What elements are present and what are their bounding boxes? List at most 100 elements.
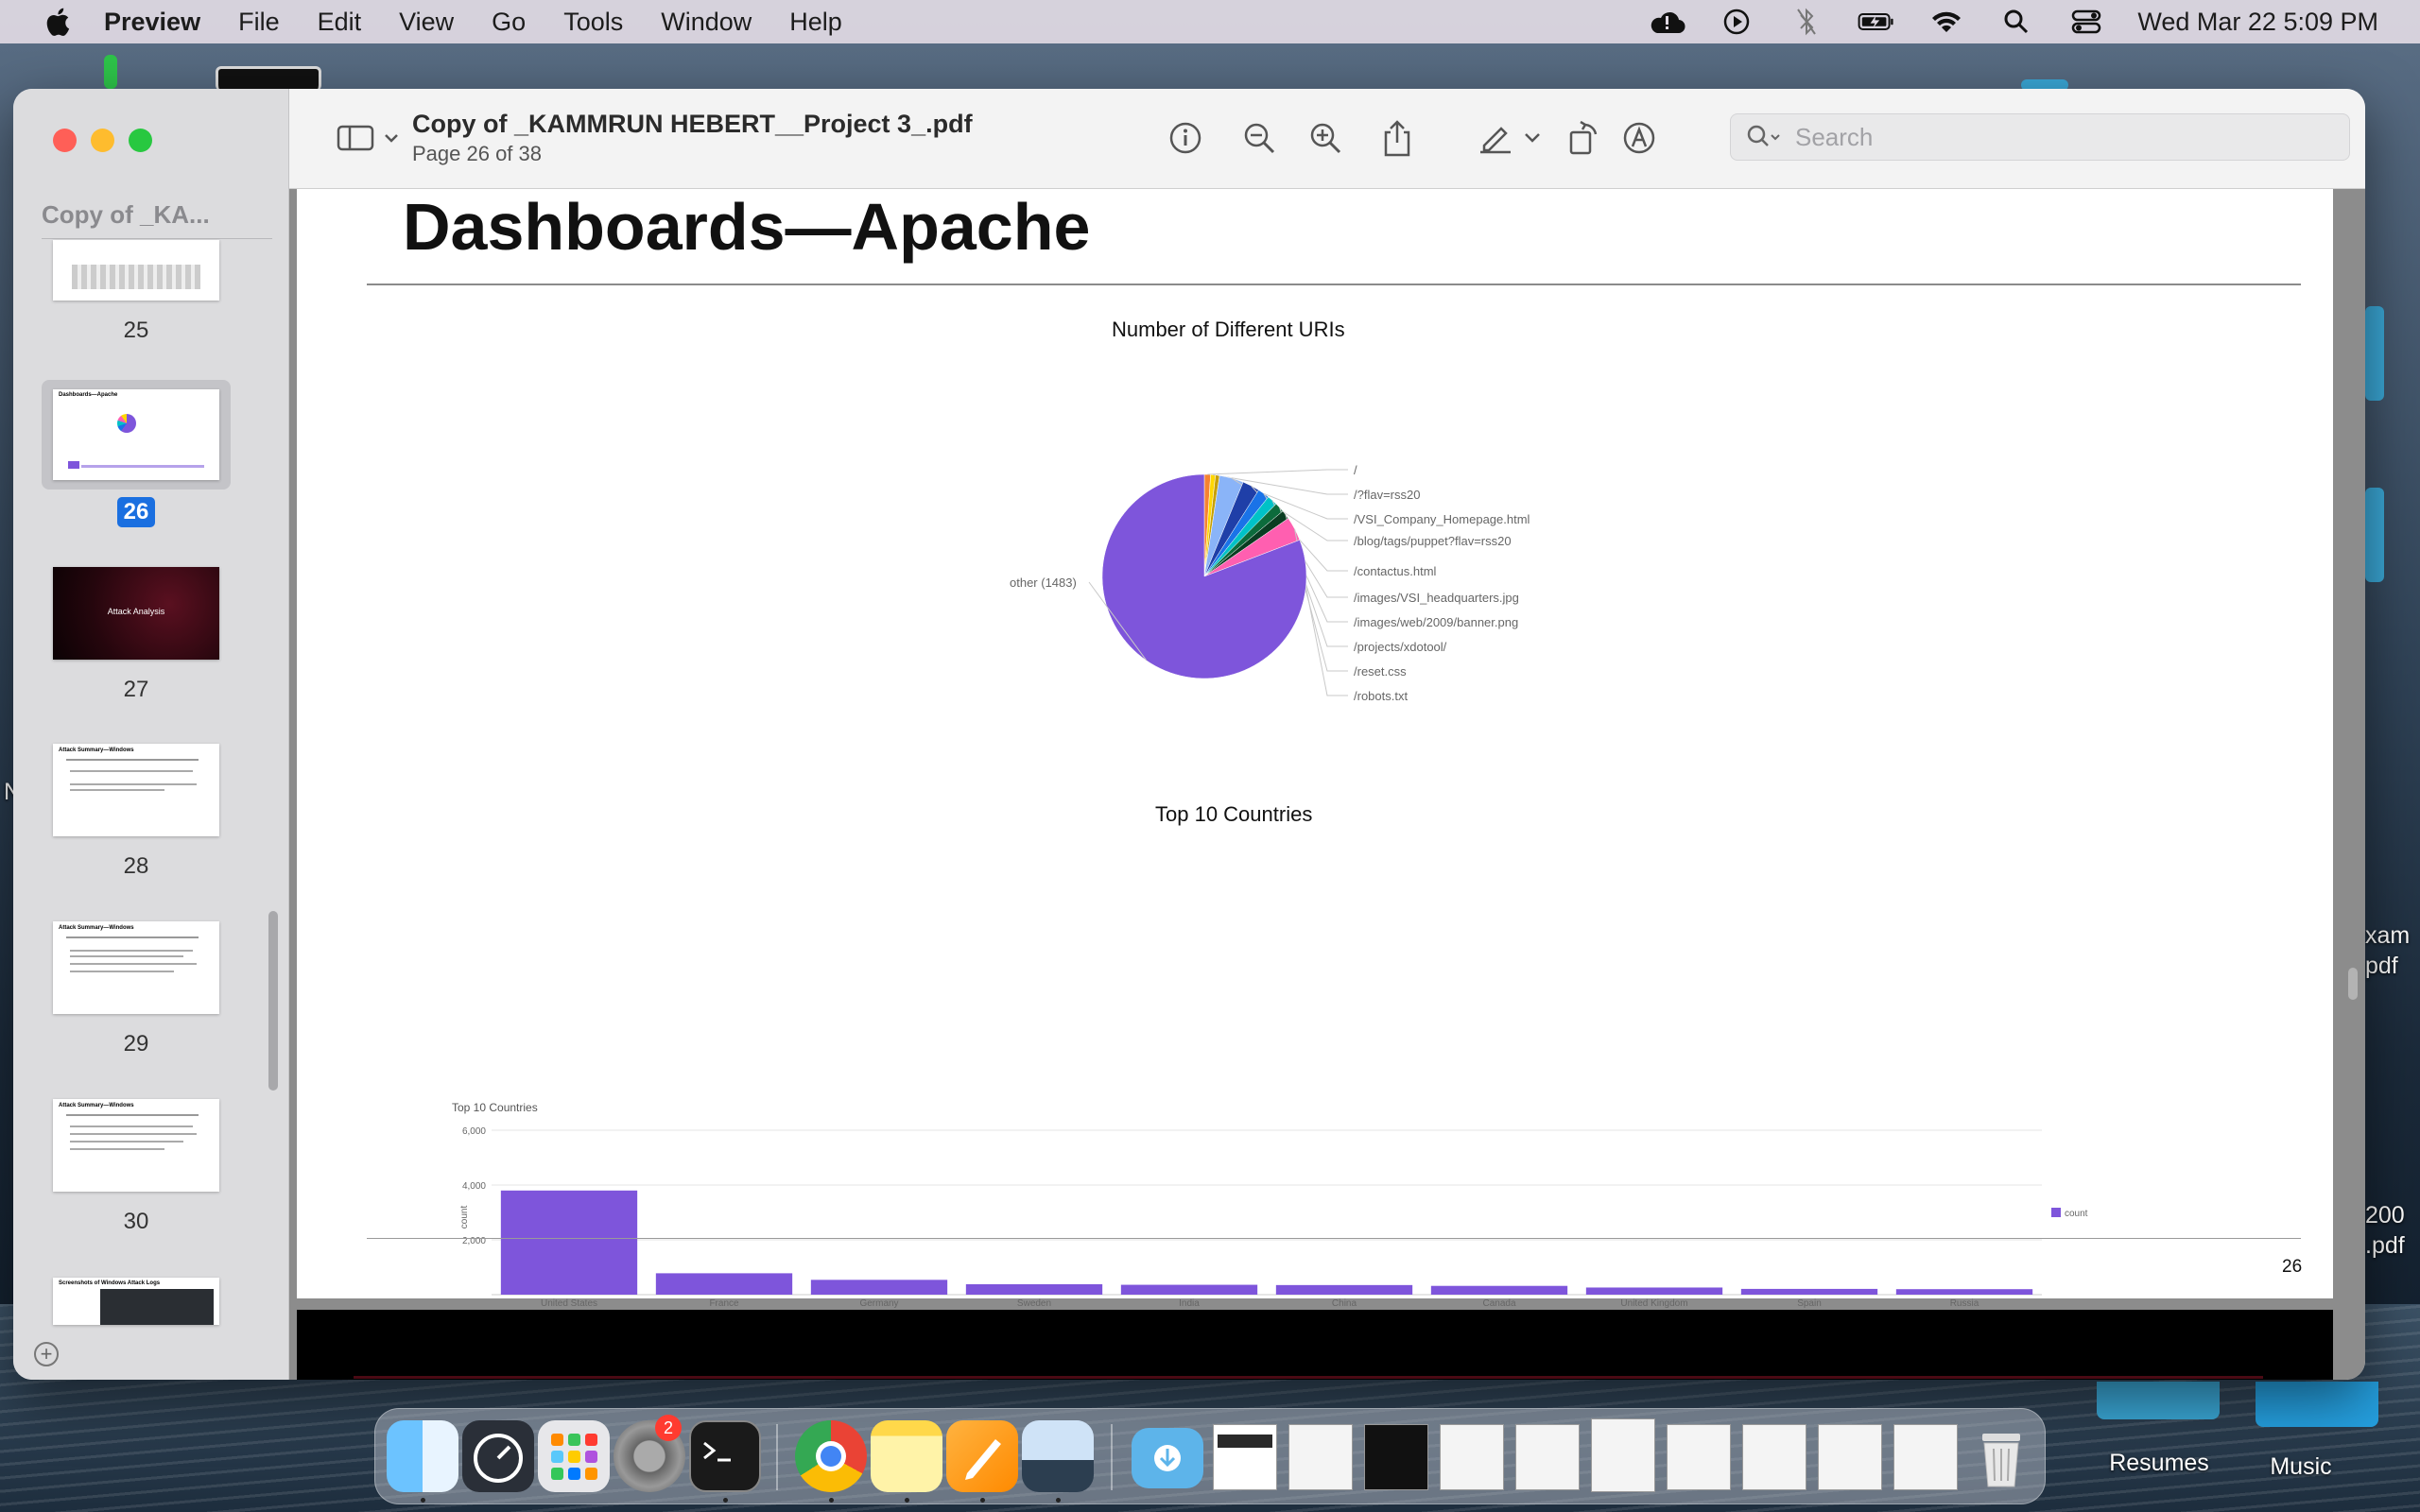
thumbnail-heading: Dashboards—Apache bbox=[59, 392, 118, 398]
thumbnail-heading: Screenshots of Windows Attack Logs bbox=[59, 1280, 161, 1286]
desktop-icon-right-2[interactable] bbox=[2365, 488, 2384, 582]
spotlight-search-icon[interactable] bbox=[1997, 8, 2035, 36]
notes-icon[interactable] bbox=[871, 1420, 942, 1492]
minimized-window-3[interactable] bbox=[1364, 1424, 1428, 1490]
menu-help[interactable]: Help bbox=[789, 8, 842, 37]
menu-view[interactable]: View bbox=[399, 8, 454, 37]
minimized-window-10[interactable] bbox=[1893, 1424, 1958, 1490]
thumbnail-page-26[interactable]: Dashboards—Apache 26 bbox=[53, 389, 219, 527]
markup-dropdown-chevron-icon[interactable] bbox=[1518, 117, 1547, 159]
zoom-out-icon[interactable] bbox=[1238, 117, 1280, 159]
bluetooth-off-icon[interactable] bbox=[1788, 8, 1825, 36]
pie-label: / bbox=[1354, 463, 1357, 477]
bar bbox=[655, 1273, 793, 1295]
thumbnail-number: 25 bbox=[123, 318, 149, 343]
menu-go[interactable]: Go bbox=[492, 8, 526, 37]
info-icon[interactable] bbox=[1165, 117, 1206, 159]
search-field[interactable]: Search bbox=[1730, 113, 2350, 161]
thumbnail-page-28[interactable]: Attack Summary—Windows 28 bbox=[53, 744, 219, 880]
sidebar-doc-title[interactable]: Copy of _KA... bbox=[42, 200, 210, 230]
desktop-folder-music[interactable] bbox=[2256, 1382, 2378, 1427]
minimized-window-7[interactable] bbox=[1667, 1424, 1731, 1490]
desktop-folder-resumes[interactable] bbox=[2097, 1382, 2220, 1419]
bar bbox=[1120, 1284, 1258, 1295]
thumbnail-number: 27 bbox=[123, 677, 149, 702]
menu-file[interactable]: File bbox=[238, 8, 280, 37]
finder-icon[interactable] bbox=[387, 1420, 458, 1492]
menu-tools[interactable]: Tools bbox=[563, 8, 623, 37]
thumbnail-heading: Attack Summary—Windows bbox=[59, 925, 134, 931]
downloads-folder-icon[interactable] bbox=[1132, 1428, 1203, 1488]
minimized-window-2[interactable] bbox=[1288, 1424, 1353, 1490]
desktop-icon-right-1[interactable] bbox=[2365, 306, 2384, 401]
thumbnail-image: Screenshots of Windows Attack Logs bbox=[53, 1278, 219, 1325]
sidebar-scrollbar[interactable] bbox=[268, 911, 278, 1091]
bar bbox=[810, 1280, 948, 1295]
minimized-window-9[interactable] bbox=[1818, 1424, 1882, 1490]
search-placeholder: Search bbox=[1795, 122, 1874, 151]
thumbnail-number: 29 bbox=[123, 1031, 149, 1057]
desktop-icon-app-green[interactable] bbox=[104, 55, 117, 89]
menu-edit[interactable]: Edit bbox=[318, 8, 362, 37]
launchpad-icon[interactable] bbox=[538, 1420, 610, 1492]
apple-icon[interactable] bbox=[38, 6, 76, 38]
bar bbox=[1585, 1287, 1723, 1295]
zoom-button[interactable] bbox=[129, 129, 152, 152]
battery-charging-icon[interactable] bbox=[1858, 8, 1895, 36]
bar bbox=[1430, 1285, 1568, 1295]
document-view[interactable]: Dashboards—Apache Number of Different UR… bbox=[289, 189, 2365, 1380]
share-icon[interactable] bbox=[1376, 117, 1418, 159]
pages-icon[interactable] bbox=[946, 1420, 1018, 1492]
x-tick-label: Sweden bbox=[1017, 1298, 1051, 1309]
desktop-icon-terminal[interactable] bbox=[216, 66, 321, 91]
icloud-alert-icon[interactable] bbox=[1648, 8, 1685, 36]
thumbnail-page-25[interactable]: 25 bbox=[53, 240, 219, 344]
settings-notification-badge: 2 bbox=[655, 1415, 682, 1441]
rotate-icon[interactable] bbox=[1562, 117, 1603, 159]
minimized-window-1[interactable] bbox=[1213, 1424, 1277, 1490]
preview-window: Copy of _KA... 25 Dashboards—Apache 26 A… bbox=[13, 89, 2365, 1380]
thumbnail-page-29[interactable]: Attack Summary—Windows 29 bbox=[53, 921, 219, 1057]
dock-running-dot bbox=[1056, 1498, 1061, 1503]
thumbnail-image bbox=[53, 240, 219, 301]
thumbnail-page-31[interactable]: Screenshots of Windows Attack Logs bbox=[53, 1278, 219, 1325]
chrome-icon[interactable] bbox=[795, 1420, 867, 1492]
minimized-window-5[interactable] bbox=[1515, 1424, 1580, 1490]
menu-bar: Preview File Edit View Go Tools Window H… bbox=[0, 0, 2420, 43]
terminal-icon[interactable] bbox=[689, 1420, 761, 1492]
annotate-circle-icon[interactable] bbox=[1618, 117, 1660, 159]
minimize-button[interactable] bbox=[91, 129, 114, 152]
x-tick-label: United Kingdom bbox=[1620, 1298, 1687, 1309]
thumbnail-image: Attack Summary—Windows bbox=[53, 744, 219, 836]
zoom-in-icon[interactable] bbox=[1305, 117, 1346, 159]
menu-datetime[interactable]: Wed Mar 22 5:09 PM bbox=[2137, 8, 2378, 37]
dock-separator bbox=[776, 1424, 778, 1490]
desktop-folder-music-label: Music bbox=[2270, 1453, 2332, 1480]
trash-icon[interactable] bbox=[1965, 1420, 2037, 1492]
thumbnail-number: 28 bbox=[123, 853, 149, 879]
menu-app-name[interactable]: Preview bbox=[104, 8, 200, 37]
wifi-icon[interactable] bbox=[1927, 8, 1965, 36]
sidebar-toggle-icon[interactable] bbox=[337, 117, 406, 159]
document-title[interactable]: Copy of _KAMMRUN HEBERT__Project 3_.pdf bbox=[412, 110, 973, 139]
activity-gauge-icon[interactable] bbox=[462, 1420, 534, 1492]
pie-label: /images/web/2009/banner.png bbox=[1354, 615, 1518, 629]
add-page-button[interactable]: + bbox=[34, 1342, 59, 1366]
minimized-window-6[interactable] bbox=[1591, 1418, 1655, 1492]
minimized-window-4[interactable] bbox=[1440, 1424, 1504, 1490]
x-tick-label: India bbox=[1179, 1298, 1200, 1309]
play-circle-icon[interactable] bbox=[1718, 8, 1755, 36]
control-center-icon[interactable] bbox=[2067, 8, 2105, 36]
close-button[interactable] bbox=[53, 129, 77, 152]
thumbnail-page-30[interactable]: Attack Summary—Windows 30 bbox=[53, 1099, 219, 1235]
menu-window[interactable]: Window bbox=[661, 8, 752, 37]
y-tick-label: 6,000 bbox=[462, 1126, 486, 1137]
thumbnail-page-27[interactable]: Attack Analysis 27 bbox=[53, 567, 219, 703]
bar bbox=[1895, 1289, 2033, 1295]
markup-pen-icon[interactable] bbox=[1475, 117, 1516, 159]
dock-running-dot bbox=[421, 1498, 425, 1503]
document-scrollbar[interactable] bbox=[2348, 968, 2358, 1000]
footer-divider bbox=[367, 1238, 2301, 1239]
preview-app-icon[interactable] bbox=[1022, 1420, 1094, 1492]
minimized-window-8[interactable] bbox=[1742, 1424, 1806, 1490]
